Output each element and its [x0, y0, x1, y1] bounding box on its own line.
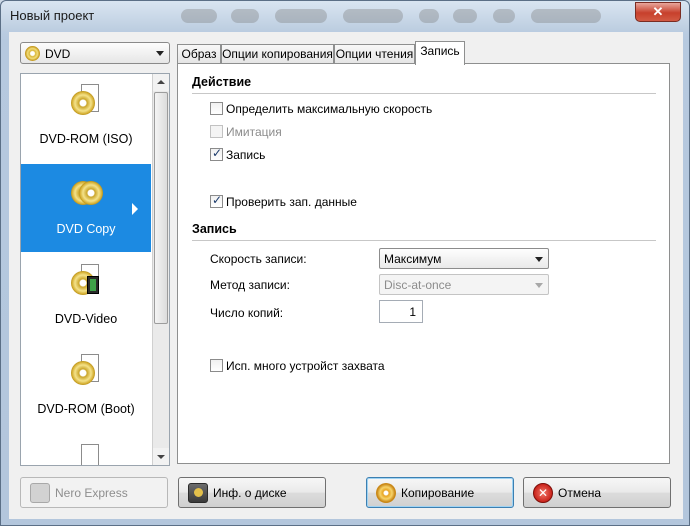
button-label: Инф. о диске [213, 486, 287, 500]
chevron-down-icon [535, 283, 543, 288]
sidebar-item-label: DVD-ROM (ISO) [39, 132, 133, 146]
checkbox-label: Запись [226, 148, 266, 162]
tab-copy-options[interactable]: Опции копирования [221, 44, 334, 64]
sidebar-item-label: DVD Copy [56, 222, 116, 236]
checkbox-box [210, 125, 223, 138]
window-title: Новый проект [10, 8, 95, 23]
dvd-video-icon [71, 264, 101, 298]
sidebar-item-dvd-video[interactable]: DVD-Video [21, 254, 151, 342]
tab-write[interactable]: Запись [415, 41, 465, 65]
disc-icon [25, 46, 40, 61]
cancel-icon: ✕ [533, 483, 553, 503]
copy-button[interactable]: Копирование [366, 477, 514, 508]
section-divider [192, 240, 656, 241]
tab-image[interactable]: Образ [177, 44, 221, 64]
write-speed-dropdown[interactable]: Максимум [379, 248, 549, 269]
dvd-rom-iso-icon [71, 84, 101, 118]
disc-info-button[interactable]: Инф. о диске [178, 477, 326, 508]
document-icon [71, 444, 101, 465]
dvd-rom-boot-icon [71, 354, 101, 388]
dialog-body: DVD DVD-ROM (ISO) DVD Copy DVD-Video DVD… [9, 32, 683, 519]
drive-type-dropdown[interactable]: DVD [20, 42, 170, 64]
write-method-dropdown[interactable]: Disc-at-once [379, 274, 549, 295]
copies-label: Число копий: [210, 306, 284, 320]
nero-express-icon [30, 483, 50, 503]
copies-input[interactable]: 1 [379, 300, 423, 323]
scrollbar-thumb[interactable] [154, 92, 168, 324]
write-method-label: Метод записи: [210, 278, 290, 292]
scroll-up-button[interactable] [153, 74, 169, 91]
dialog-window: Новый проект ✕ DVD DVD-ROM (ISO) DVD Cop… [0, 0, 690, 526]
sidebar-item-label: DVD-Video [54, 312, 118, 326]
disc-info-icon [188, 483, 208, 503]
button-label: Отмена [558, 486, 602, 500]
checkbox-box [210, 359, 223, 372]
drive-type-value: DVD [45, 47, 71, 61]
checkbox-label: Исп. много устройст захвата [226, 359, 385, 373]
copies-value: 1 [409, 305, 416, 319]
checkbox-box [210, 146, 223, 161]
checkbox-label: Проверить зап. данные [226, 195, 357, 209]
section-divider [192, 93, 656, 94]
button-label: Nero Express [55, 486, 128, 500]
sidebar-item-dvd-rom-iso[interactable]: DVD-ROM (ISO) [21, 74, 151, 162]
background-taskbar-blur [171, 5, 631, 27]
write-speed-value: Максимум [384, 252, 442, 266]
write-section-title: Запись [192, 222, 237, 236]
nero-express-button[interactable]: Nero Express [20, 477, 168, 508]
write-speed-label: Скорость записи: [210, 252, 307, 266]
cancel-button[interactable]: ✕ Отмена [523, 477, 671, 508]
tab-read-options[interactable]: Опции чтения [334, 44, 415, 64]
checkbox-box [210, 193, 223, 208]
dvd-copy-icon [71, 174, 103, 208]
sidebar-item-partial[interactable] [21, 434, 151, 465]
sidebar-item-label: DVD-ROM (Boot) [37, 402, 135, 416]
checkbox-box [210, 102, 223, 115]
sidebar-item-dvd-copy[interactable]: DVD Copy [21, 164, 151, 252]
title-bar[interactable]: Новый проект ✕ [1, 1, 689, 31]
project-type-list: DVD-ROM (ISO) DVD Copy DVD-Video DVD-ROM… [20, 73, 170, 466]
burn-disc-icon [376, 483, 396, 503]
button-label: Копирование [401, 486, 475, 500]
close-button[interactable]: ✕ [635, 2, 681, 22]
chevron-down-icon [535, 257, 543, 262]
checkbox-label: Имитация [226, 125, 282, 139]
sidebar-item-dvd-rom-boot[interactable]: DVD-ROM (Boot) [21, 344, 151, 432]
play-arrow-icon [132, 203, 138, 215]
write-tab-panel: Действие Определить максимальную скорост… [177, 63, 670, 464]
scroll-down-button[interactable] [153, 448, 169, 465]
chevron-down-icon [156, 51, 164, 56]
action-section-title: Действие [192, 75, 252, 89]
write-method-value: Disc-at-once [384, 278, 452, 292]
checkbox-label: Определить максимальную скорость [226, 102, 433, 116]
sidebar-scrollbar[interactable] [152, 74, 169, 465]
